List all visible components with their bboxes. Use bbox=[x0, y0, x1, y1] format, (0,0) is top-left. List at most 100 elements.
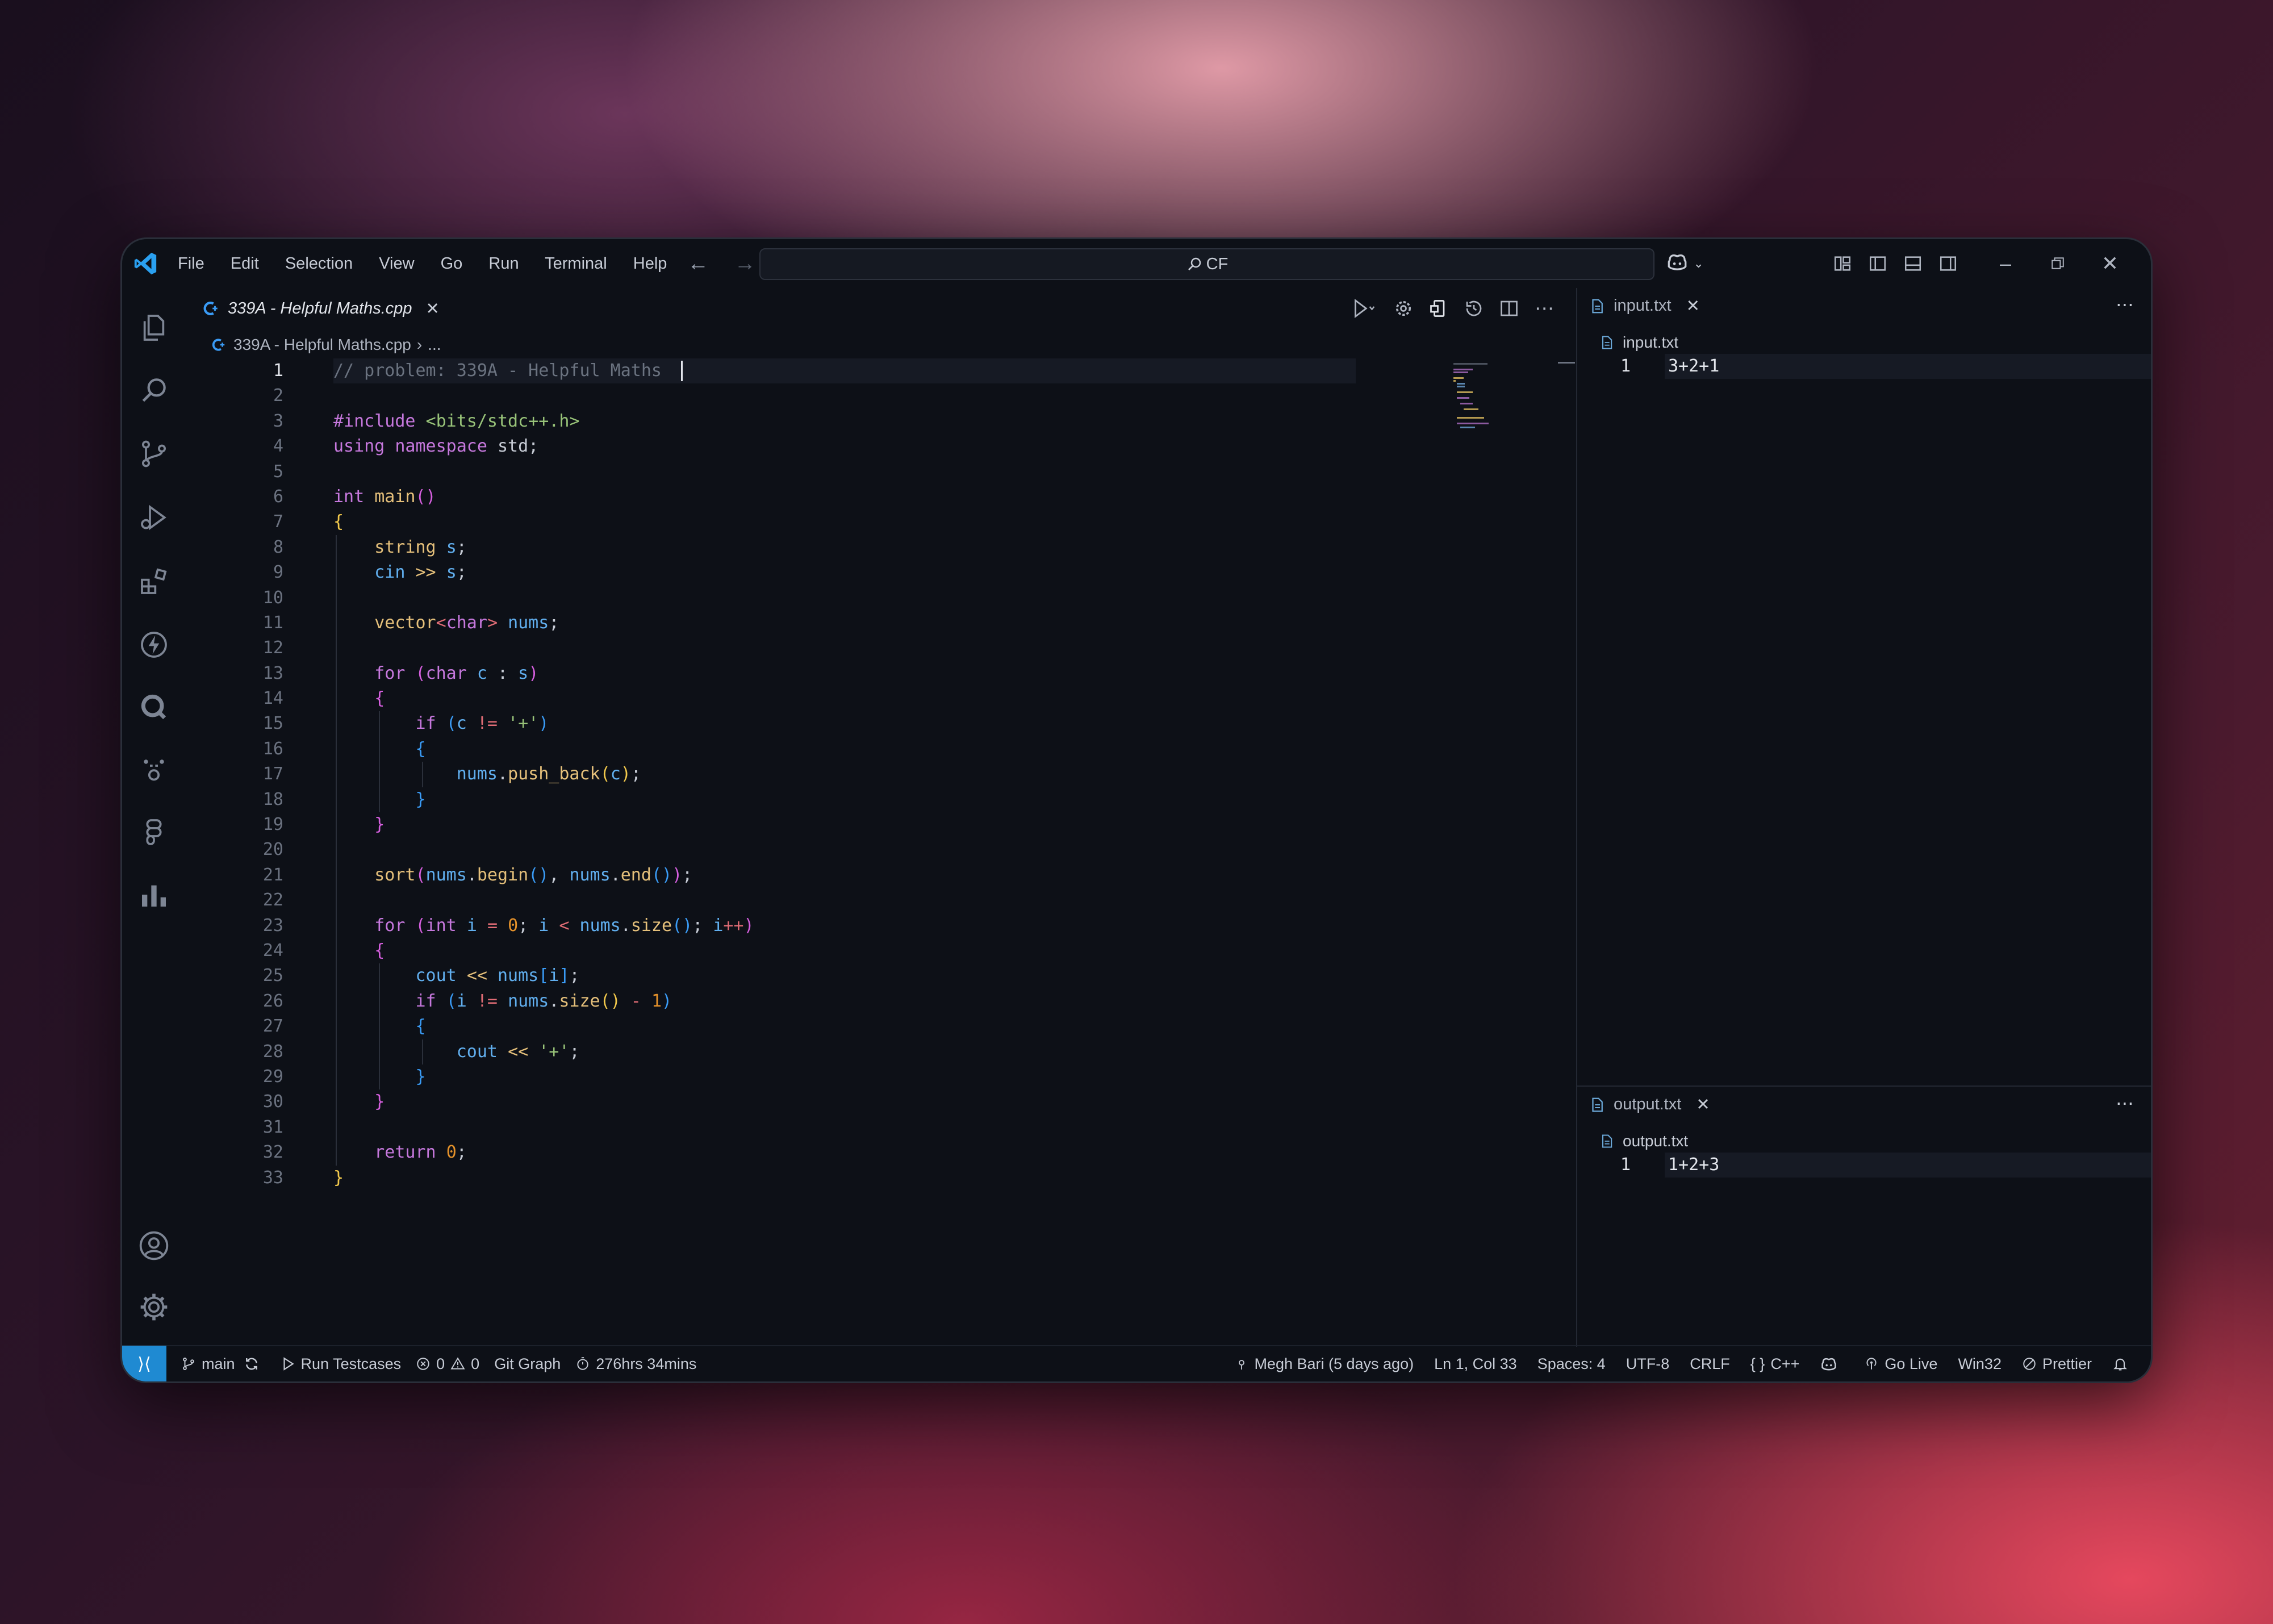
status-bar-right: Megh Bari (5 days ago) Ln 1, Col 33 Spac… bbox=[1214, 1355, 2134, 1373]
search-icon bbox=[1188, 257, 1201, 270]
run-testcases-button[interactable]: Run Testcases bbox=[281, 1355, 401, 1373]
notifications-bell-icon[interactable] bbox=[2112, 1356, 2134, 1372]
account-icon[interactable] bbox=[138, 1230, 170, 1262]
input-line[interactable]: 1 3+2+1 bbox=[1577, 354, 2151, 379]
settings-gear-icon[interactable] bbox=[1391, 296, 1416, 321]
code-line: 32 return 0; bbox=[185, 1140, 1457, 1166]
toggle-panel-icon[interactable] bbox=[1899, 249, 1927, 278]
go-live-button[interactable]: Go Live bbox=[1864, 1355, 1937, 1373]
breadcrumb-file[interactable]: 339A - Helpful Maths.cpp bbox=[233, 336, 411, 354]
menu-help[interactable]: Help bbox=[633, 254, 667, 273]
breadcrumb-symbol[interactable]: ... bbox=[428, 336, 441, 354]
branch-indicator[interactable]: main bbox=[181, 1355, 266, 1373]
encoding[interactable]: UTF-8 bbox=[1626, 1355, 1670, 1373]
scrollbar[interactable] bbox=[1558, 362, 1575, 364]
forward-arrow-icon[interactable]: → bbox=[734, 252, 756, 275]
language-mode[interactable]: { } C++ bbox=[1750, 1355, 1800, 1373]
lightning-icon[interactable] bbox=[138, 629, 170, 661]
code-line: 14 { bbox=[185, 686, 1457, 712]
back-arrow-icon[interactable]: ← bbox=[687, 252, 709, 275]
error-icon bbox=[417, 1358, 429, 1370]
split-editor-icon[interactable] bbox=[1497, 296, 1522, 321]
prettier-label: Prettier bbox=[2042, 1355, 2092, 1372]
toggle-secondary-sidebar-icon[interactable] bbox=[1934, 249, 1962, 278]
menu-view[interactable]: View bbox=[379, 254, 414, 273]
menu-selection[interactable]: Selection bbox=[285, 254, 353, 273]
code-line: 31 bbox=[185, 1114, 1457, 1141]
code-line: 33} bbox=[262, 1167, 344, 1188]
editor-tabs: 339A - Helpful Maths.cpp ✕ ⋯ bbox=[185, 288, 1576, 329]
copilot-menu[interactable]: ⌄ bbox=[1666, 252, 1704, 277]
remote-indicator-icon[interactable]: ⟩⟨ bbox=[122, 1346, 166, 1381]
cursor-position[interactable]: Ln 1, Col 33 bbox=[1434, 1355, 1517, 1373]
prettier-status[interactable]: Prettier bbox=[2022, 1355, 2092, 1373]
file-icon bbox=[1602, 1134, 1612, 1148]
git-blame[interactable]: Megh Bari (5 days ago) bbox=[1235, 1355, 1414, 1373]
breadcrumb-file[interactable]: output.txt bbox=[1623, 1132, 1688, 1150]
code-line: 10 bbox=[185, 585, 1457, 611]
breadcrumb-file[interactable]: input.txt bbox=[1623, 333, 1678, 352]
time-tracker[interactable]: 276hrs 34mins bbox=[575, 1355, 696, 1373]
quokka-icon[interactable] bbox=[138, 691, 170, 723]
braces-icon: { } bbox=[1750, 1355, 1765, 1372]
search-value: CF bbox=[1206, 254, 1229, 273]
tab-output-txt[interactable]: output.txt ✕ bbox=[1589, 1095, 1710, 1114]
more-actions-icon[interactable]: ⋯ bbox=[2116, 294, 2134, 315]
code-line: 6 int main() bbox=[273, 486, 436, 507]
platform-indicator[interactable]: Win32 bbox=[1958, 1355, 2002, 1373]
search-icon[interactable] bbox=[138, 374, 170, 406]
vscode-logo-icon[interactable] bbox=[132, 251, 158, 277]
menu-edit[interactable]: Edit bbox=[231, 254, 259, 273]
minimap[interactable] bbox=[1452, 362, 1503, 430]
cursor-position-label: Ln 1, Col 33 bbox=[1434, 1355, 1517, 1372]
branch-name: main bbox=[202, 1355, 235, 1372]
bar-chart-icon[interactable] bbox=[138, 879, 170, 911]
menu-terminal[interactable]: Terminal bbox=[545, 254, 607, 273]
close-window-icon[interactable]: ✕ bbox=[2084, 249, 2136, 278]
breadcrumb: 339A - Helpful Maths.cpp › ... bbox=[210, 336, 441, 354]
git-graph-button[interactable]: Git Graph bbox=[494, 1355, 561, 1373]
indentation[interactable]: Spaces: 4 bbox=[1537, 1355, 1606, 1373]
code-line: 3 #include <bits/stdc++.h> bbox=[273, 411, 580, 431]
output-line[interactable]: 1 1+2+3 bbox=[1577, 1153, 2151, 1178]
gear-icon[interactable] bbox=[138, 1291, 170, 1323]
timeline-history-icon[interactable] bbox=[1461, 296, 1486, 321]
vscode-window: File Edit Selection View Go Run Terminal… bbox=[120, 237, 2153, 1383]
minimize-icon[interactable]: – bbox=[1979, 249, 2032, 278]
toggle-primary-sidebar-icon[interactable] bbox=[1863, 249, 1892, 278]
tab-input-txt[interactable]: input.txt ✕ bbox=[1589, 296, 1700, 316]
menu-run[interactable]: Run bbox=[488, 254, 519, 273]
tab-label: 339A - Helpful Maths.cpp bbox=[228, 299, 412, 318]
input-content: 3+2+1 bbox=[1668, 356, 1720, 376]
text-cursor bbox=[681, 361, 683, 381]
close-tab-icon[interactable]: ✕ bbox=[1696, 1095, 1710, 1114]
figma-icon[interactable] bbox=[138, 816, 170, 848]
face-icon[interactable] bbox=[138, 754, 170, 786]
problems-indicator[interactable]: 0 0 bbox=[416, 1355, 479, 1373]
more-actions-icon[interactable]: ⋯ bbox=[2116, 1092, 2134, 1114]
menu-file[interactable]: File bbox=[178, 254, 204, 273]
indentation-label: Spaces: 4 bbox=[1537, 1355, 1606, 1372]
close-tab-icon[interactable]: ✕ bbox=[1686, 296, 1700, 316]
copilot-status[interactable] bbox=[1820, 1356, 1844, 1372]
source-control-icon[interactable] bbox=[138, 438, 170, 470]
code-area[interactable]: 1// problem: 339A - Helpful Maths 2 3 #in… bbox=[185, 358, 1457, 1191]
explorer-icon[interactable] bbox=[138, 312, 170, 344]
code-line: 11 vector<char> nums; bbox=[185, 610, 1457, 636]
restore-icon[interactable] bbox=[2032, 249, 2084, 278]
run-code-icon[interactable] bbox=[1344, 296, 1381, 321]
sync-icon[interactable] bbox=[243, 1355, 260, 1372]
open-preview-icon[interactable] bbox=[1426, 296, 1451, 321]
command-center-search[interactable]: CF bbox=[759, 248, 1654, 280]
cpp-file-icon bbox=[203, 301, 218, 316]
close-tab-icon[interactable]: ✕ bbox=[426, 299, 440, 319]
platform-label: Win32 bbox=[1958, 1355, 2002, 1372]
more-actions-icon[interactable]: ⋯ bbox=[1532, 296, 1557, 321]
tab-helpful-maths-cpp[interactable]: 339A - Helpful Maths.cpp ✕ bbox=[200, 294, 440, 323]
run-and-debug-icon[interactable] bbox=[138, 502, 170, 533]
code-line: 28 cout << '+'; bbox=[185, 1039, 1457, 1064]
extensions-icon[interactable] bbox=[138, 565, 170, 597]
customize-layout-icon[interactable] bbox=[1828, 249, 1857, 278]
menu-go[interactable]: Go bbox=[441, 254, 463, 273]
end-of-line[interactable]: CRLF bbox=[1690, 1355, 1730, 1373]
